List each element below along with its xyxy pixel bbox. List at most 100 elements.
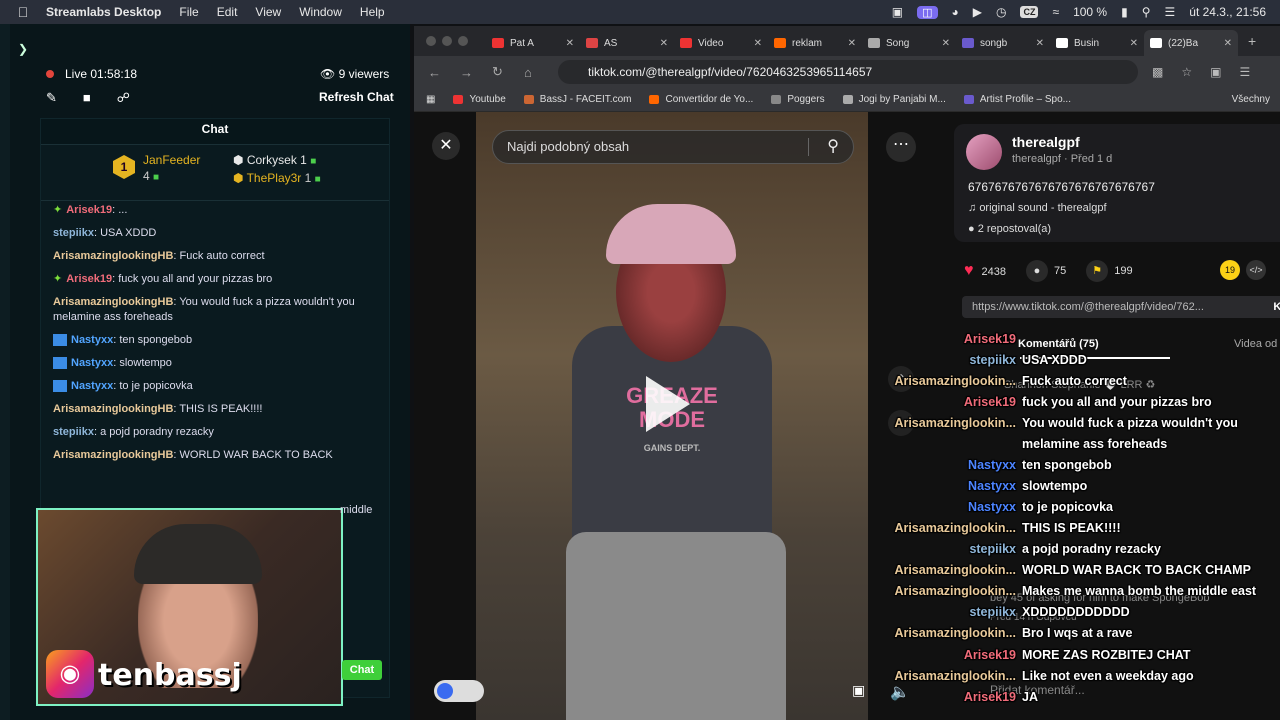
menu-file[interactable]: File xyxy=(179,5,198,19)
pip-icon[interactable]: ▣ xyxy=(852,682,865,699)
forward-icon[interactable]: → xyxy=(460,65,478,80)
app-name[interactable]: Streamlabs Desktop xyxy=(46,5,161,19)
tab-close-icon[interactable]: ✕ xyxy=(1224,38,1232,49)
chat-username[interactable]: ArisamazinglookingHB xyxy=(53,403,173,415)
wifi-icon[interactable]: ≈ xyxy=(1052,5,1059,19)
edit-icon[interactable]: ✎ xyxy=(46,90,57,106)
playlist-icon[interactable]: ☰ xyxy=(1239,65,1250,79)
menu-view[interactable]: View xyxy=(255,5,281,19)
leader-name[interactable]: JanFeeder xyxy=(143,153,200,167)
leader-name[interactable]: ⬢ ThePlay3r 1 ■ xyxy=(233,171,321,185)
apple-menu-icon[interactable]:  xyxy=(0,4,46,20)
back-icon[interactable]: ← xyxy=(428,65,446,80)
extensions-icon[interactable]: ▣ xyxy=(1210,65,1221,79)
browser-tab[interactable]: (22)Ba ✕ xyxy=(1144,30,1238,56)
browser-tab[interactable]: songb ✕ xyxy=(956,30,1050,56)
browser-tab[interactable]: AS ✕ xyxy=(580,30,674,56)
speed-icon[interactable]: ◕ xyxy=(952,5,959,19)
author-username[interactable]: therealgpf xyxy=(1012,134,1080,150)
more-options-icon[interactable]: ⋯ xyxy=(886,132,916,162)
apps-icon[interactable]: ▦ xyxy=(426,94,435,105)
chat-username[interactable]: ArisamazinglookingHB xyxy=(53,250,173,262)
menu-window[interactable]: Window xyxy=(299,5,342,19)
tab-creator-videos[interactable]: Videa od xyxy=(1234,338,1277,350)
clock-icon[interactable]: ◷ xyxy=(996,5,1006,19)
bookmark-item[interactable]: Jogi by Panjabi M... xyxy=(842,94,946,105)
share-badge[interactable]: 19 xyxy=(1220,260,1240,280)
search-icon[interactable]: ⚲ xyxy=(827,131,839,163)
menu-help[interactable]: Help xyxy=(360,5,385,19)
bookmark-item[interactable]: BassJ - FACEIT.com xyxy=(523,94,631,105)
embed-icon[interactable]: </> xyxy=(1246,260,1266,280)
leader-name[interactable]: ⬢ Corkysek 1 ■ xyxy=(233,153,316,167)
bookmark-item[interactable]: Youtube xyxy=(453,94,506,105)
browser-tab[interactable]: Pat A ✕ xyxy=(486,30,580,56)
group-icon[interactable]: ■ xyxy=(83,90,91,106)
tab-close-icon[interactable]: ✕ xyxy=(754,38,762,49)
bookmark-item[interactable]: Convertidor de Yo... xyxy=(649,94,753,105)
add-comment-input[interactable]: Přidat komentář... xyxy=(990,683,1085,697)
share-icon[interactable]: ☍ xyxy=(117,90,130,106)
like-button[interactable]: ♥ 2438 xyxy=(964,262,1006,280)
video-person-cap xyxy=(606,204,736,264)
sound-link[interactable]: ♫ original sound - therealgpf xyxy=(968,202,1107,214)
datetime[interactable]: út 24.3., 21:56 xyxy=(1189,5,1266,19)
autoscroll-toggle[interactable] xyxy=(434,680,484,702)
chat-username[interactable]: Nastyxx xyxy=(71,334,113,346)
volume-icon[interactable]: 🔈 xyxy=(890,682,910,702)
tab-close-icon[interactable]: ✕ xyxy=(566,38,574,49)
search-input[interactable]: Najdi podobný obsah ⚲ xyxy=(492,130,854,164)
screen-record-icon[interactable]: ◫ xyxy=(917,5,938,19)
bookmark-star-icon[interactable]: ☆ xyxy=(1181,65,1192,79)
expand-arrow-icon[interactable]: ❯ xyxy=(18,42,28,56)
play-icon[interactable]: ▶ xyxy=(973,5,982,19)
refresh-chat-button[interactable]: Refresh Chat xyxy=(319,90,394,104)
home-icon[interactable]: ⌂ xyxy=(524,65,542,80)
screen-icon[interactable]: ▣ xyxy=(892,5,903,19)
all-bookmarks[interactable]: Všechny xyxy=(1232,94,1270,105)
install-icon[interactable]: ▩ xyxy=(1152,65,1163,79)
tab-close-icon[interactable]: ✕ xyxy=(660,38,668,49)
reload-icon[interactable]: ↻ xyxy=(492,64,510,80)
browser-tab[interactable]: Busin ✕ xyxy=(1050,30,1144,56)
battery-label[interactable]: 100 % xyxy=(1073,5,1107,19)
avatar[interactable] xyxy=(966,134,1002,170)
tab-comments[interactable]: Komentářů (75) xyxy=(1018,338,1099,350)
play-icon[interactable] xyxy=(646,376,690,432)
search-icon[interactable]: ⚲ xyxy=(1142,5,1151,19)
chat-username[interactable]: Arisek19 xyxy=(66,273,112,285)
chat-username[interactable]: ArisamazinglookingHB xyxy=(53,296,173,308)
tab-close-icon[interactable]: ✕ xyxy=(942,38,950,49)
close-icon[interactable]: ✕ xyxy=(432,132,460,160)
video-player[interactable]: GREAZE MODE GAINS DEPT. xyxy=(476,112,868,720)
comment-button[interactable]: ● 75 xyxy=(1025,260,1066,282)
url-field[interactable]: tiktok.com/@therealgpf/video/76204632539… xyxy=(558,60,1138,84)
send-chat-button[interactable]: Chat xyxy=(342,660,382,680)
browser-tab[interactable]: Video ✕ xyxy=(674,30,768,56)
next-video-icon[interactable]: ⌄ xyxy=(888,410,914,436)
tab-close-icon[interactable]: ✕ xyxy=(1036,38,1044,49)
copy-link-field[interactable]: https://www.tiktok.com/@therealgpf/video… xyxy=(962,296,1280,318)
reposts[interactable]: ● 2 repostoval(a) xyxy=(968,223,1051,235)
bookmark-item[interactable]: Artist Profile – Spo... xyxy=(963,94,1071,105)
chat-username[interactable]: Arisek19 xyxy=(66,204,112,216)
chat-username[interactable]: stepiikx xyxy=(53,426,94,438)
tab-close-icon[interactable]: ✕ xyxy=(1130,38,1138,49)
keyboard-layout[interactable]: CZ xyxy=(1020,6,1039,18)
save-button[interactable]: ⚑ 199 xyxy=(1086,260,1133,282)
chat-username[interactable]: stepiikx xyxy=(53,227,94,239)
tab-favicon-icon xyxy=(1150,38,1162,48)
browser-tab[interactable]: Song ✕ xyxy=(862,30,956,56)
chat-username[interactable]: ArisamazinglookingHB xyxy=(53,449,173,461)
copy-link-button[interactable]: Ko xyxy=(1273,296,1280,318)
window-controls[interactable] xyxy=(426,36,468,46)
new-tab-icon[interactable]: + xyxy=(1248,33,1256,49)
chat-username[interactable]: Nastyxx xyxy=(71,357,113,369)
menu-edit[interactable]: Edit xyxy=(217,5,238,19)
previous-video-icon[interactable]: ⌃ xyxy=(888,366,914,392)
browser-tab[interactable]: reklam ✕ xyxy=(768,30,862,56)
chat-username[interactable]: Nastyxx xyxy=(71,380,113,392)
bookmark-item[interactable]: Poggers xyxy=(771,94,825,105)
tab-close-icon[interactable]: ✕ xyxy=(848,38,856,49)
control-center-icon[interactable]: ☰ xyxy=(1165,5,1176,19)
